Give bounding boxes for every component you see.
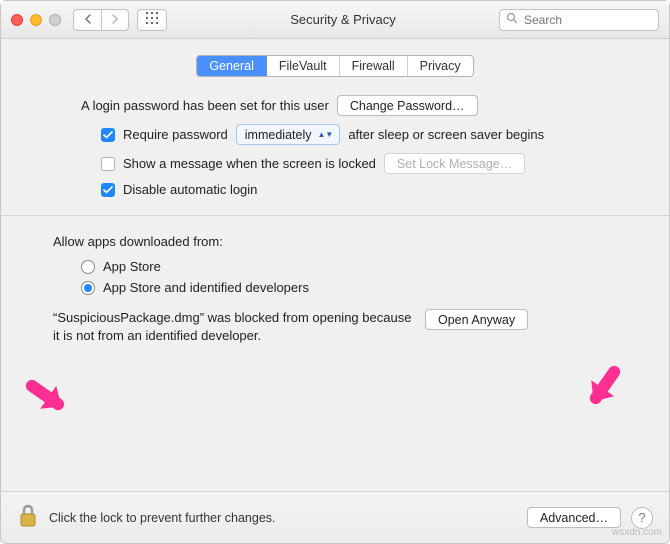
- login-password-set-label: A login password has been set for this u…: [81, 98, 329, 113]
- nav-buttons: [73, 9, 129, 31]
- gatekeeper-heading: Allow apps downloaded from:: [53, 234, 625, 249]
- chevron-left-icon: [84, 12, 92, 27]
- set-lock-message-button: Set Lock Message…: [384, 153, 525, 174]
- show-message-checkbox[interactable]: [101, 157, 115, 171]
- disable-auto-login-label: Disable automatic login: [123, 182, 257, 197]
- radio-identified-developers-label: App Store and identified developers: [103, 280, 309, 295]
- chevron-right-icon: [111, 12, 119, 27]
- require-password-delay-value: immediately: [245, 128, 312, 142]
- preferences-window: Security & Privacy General FileVault Fir…: [0, 0, 670, 544]
- blocked-app-message: “SuspiciousPackage.dmg” was blocked from…: [53, 309, 413, 344]
- window-title: Security & Privacy: [187, 12, 499, 27]
- show-all-button[interactable]: [137, 9, 167, 31]
- radio-identified-developers[interactable]: [81, 281, 95, 295]
- minimize-window-button[interactable]: [30, 14, 42, 26]
- show-message-label: Show a message when the screen is locked: [123, 156, 376, 171]
- require-password-delay-popup[interactable]: immediately ▲▼: [236, 124, 341, 145]
- change-password-button[interactable]: Change Password…: [337, 95, 478, 116]
- forward-button[interactable]: [101, 9, 129, 31]
- lock-icon[interactable]: [17, 502, 39, 533]
- radio-app-store-label: App Store: [103, 259, 161, 274]
- tab-bar: General FileVault Firewall Privacy: [25, 55, 645, 77]
- lock-text: Click the lock to prevent further change…: [49, 511, 517, 525]
- search-icon: [506, 12, 518, 27]
- disable-auto-login-checkbox[interactable]: [101, 183, 115, 197]
- gatekeeper-section: Allow apps downloaded from: App Store Ap…: [25, 234, 645, 344]
- tab-privacy[interactable]: Privacy: [408, 56, 473, 76]
- titlebar: Security & Privacy: [1, 1, 669, 39]
- require-password-label: Require password: [123, 127, 228, 142]
- zoom-window-button[interactable]: [49, 14, 61, 26]
- watermark: wsxdn.com: [612, 527, 662, 538]
- window-controls: [11, 14, 61, 26]
- radio-app-store[interactable]: [81, 260, 95, 274]
- tab-firewall[interactable]: Firewall: [340, 56, 408, 76]
- general-panel: A login password has been set for this u…: [25, 95, 645, 197]
- back-button[interactable]: [73, 9, 101, 31]
- grid-icon: [146, 12, 158, 27]
- content-area: General FileVault Firewall Privacy A log…: [1, 39, 669, 491]
- divider: [1, 215, 669, 216]
- require-password-checkbox[interactable]: [101, 128, 115, 142]
- help-icon: ?: [638, 510, 645, 525]
- close-window-button[interactable]: [11, 14, 23, 26]
- footer: Click the lock to prevent further change…: [1, 491, 669, 543]
- annotation-arrow-right: [572, 352, 639, 419]
- search-field[interactable]: [499, 9, 659, 31]
- tab-filevault[interactable]: FileVault: [267, 56, 340, 76]
- search-input[interactable]: [522, 12, 670, 28]
- advanced-button[interactable]: Advanced…: [527, 507, 621, 528]
- help-button[interactable]: ?: [631, 507, 653, 529]
- require-password-after-label: after sleep or screen saver begins: [348, 127, 544, 142]
- annotation-arrow-left: [12, 362, 79, 429]
- updown-icon: ▲▼: [317, 132, 333, 137]
- tab-general[interactable]: General: [197, 56, 266, 76]
- open-anyway-button[interactable]: Open Anyway: [425, 309, 528, 330]
